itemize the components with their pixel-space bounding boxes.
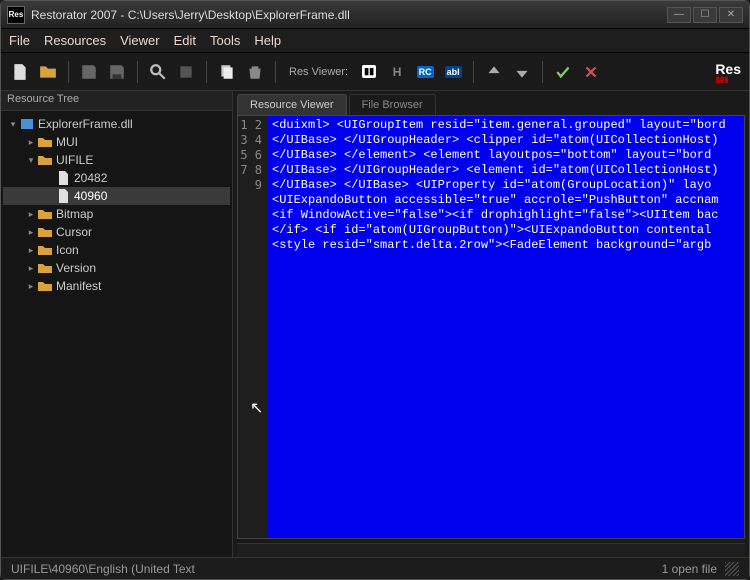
save-as-icon[interactable] bbox=[106, 61, 128, 83]
tree-item-label: Manifest bbox=[56, 279, 101, 293]
tree-folder[interactable]: ▸MUI bbox=[3, 133, 230, 151]
status-open-files: 1 open file bbox=[662, 562, 717, 576]
menu-viewer[interactable]: Viewer bbox=[120, 33, 160, 48]
search-icon[interactable] bbox=[147, 61, 169, 83]
tree-folder[interactable]: ▸Cursor bbox=[3, 223, 230, 241]
toolbar: Res Viewer: ▮▮ H RC abI Res▮▮▮ bbox=[1, 53, 749, 91]
tree-item-label: Version bbox=[56, 261, 96, 275]
tree-root[interactable]: ▾ ExplorerFrame.dll bbox=[3, 115, 230, 133]
folder-icon bbox=[37, 225, 53, 239]
folder-icon bbox=[37, 243, 53, 257]
tab-file-browser[interactable]: File Browser bbox=[349, 94, 436, 115]
accept-icon[interactable] bbox=[552, 61, 574, 83]
res-viewer-label: Res Viewer: bbox=[289, 66, 348, 78]
brand-logo-icon: Res▮▮▮ bbox=[715, 61, 741, 83]
toolbar-divider bbox=[275, 61, 276, 83]
tree-folder[interactable]: ▸Manifest bbox=[3, 277, 230, 295]
title-bar: Res Restorator 2007 - C:\Users\Jerry\Des… bbox=[1, 1, 749, 29]
close-button[interactable]: ✕ bbox=[719, 7, 743, 23]
tree-item-label: 40960 bbox=[74, 189, 107, 203]
folder-icon bbox=[37, 153, 53, 167]
viewer-rc-icon[interactable]: RC bbox=[414, 61, 436, 83]
folder-icon bbox=[37, 279, 53, 293]
tool-icon[interactable] bbox=[175, 61, 197, 83]
tree-item-label: Icon bbox=[56, 243, 79, 257]
file-icon bbox=[55, 171, 71, 185]
viewer-h-icon[interactable]: H bbox=[386, 61, 408, 83]
status-bar: UIFILE\40960\English (United Text 1 open… bbox=[1, 557, 749, 579]
tree-file[interactable]: 20482 bbox=[3, 169, 230, 187]
resource-tree-header: Resource Tree bbox=[1, 91, 232, 111]
right-pane: Resource Viewer File Browser 1 2 3 4 5 6… bbox=[233, 91, 749, 557]
tree-folder[interactable]: ▸Version bbox=[3, 259, 230, 277]
folder-icon bbox=[37, 135, 53, 149]
line-gutter: 1 2 3 4 5 6 7 8 9 bbox=[238, 116, 268, 538]
tree-folder[interactable]: ▸Bitmap bbox=[3, 205, 230, 223]
maximize-button[interactable]: ☐ bbox=[693, 7, 717, 23]
minimize-button[interactable]: — bbox=[667, 7, 691, 23]
resource-tree-panel: Resource Tree ▾ ExplorerFrame.dll ▸MUI▾U… bbox=[1, 91, 233, 557]
file-icon bbox=[55, 189, 71, 203]
dll-icon bbox=[19, 117, 35, 131]
tab-strip: Resource Viewer File Browser bbox=[233, 91, 749, 115]
menu-help[interactable]: Help bbox=[254, 33, 281, 48]
copy-icon[interactable] bbox=[216, 61, 238, 83]
tab-resource-viewer[interactable]: Resource Viewer bbox=[237, 94, 347, 115]
toolbar-divider bbox=[542, 61, 543, 83]
toolbar-divider bbox=[137, 61, 138, 83]
menu-tools[interactable]: Tools bbox=[210, 33, 240, 48]
tree-item-label: UIFILE bbox=[56, 153, 93, 167]
tree-item-label: Bitmap bbox=[56, 207, 93, 221]
menu-file[interactable]: File bbox=[9, 33, 30, 48]
resize-grip-icon[interactable] bbox=[725, 562, 739, 576]
tree-root-label: ExplorerFrame.dll bbox=[38, 117, 133, 131]
folder-icon bbox=[37, 207, 53, 221]
tree-file[interactable]: 40960 bbox=[3, 187, 230, 205]
open-folder-icon[interactable] bbox=[37, 61, 59, 83]
tree-item-label: MUI bbox=[56, 135, 78, 149]
tree-folder[interactable]: ▸Icon bbox=[3, 241, 230, 259]
tree-folder[interactable]: ▾UIFILE bbox=[3, 151, 230, 169]
menu-bar: File Resources Viewer Edit Tools Help bbox=[1, 29, 749, 53]
delete-icon[interactable] bbox=[244, 61, 266, 83]
menu-edit[interactable]: Edit bbox=[174, 33, 196, 48]
app-logo-icon: Res bbox=[7, 6, 25, 24]
menu-resources[interactable]: Resources bbox=[44, 33, 106, 48]
up-arrow-icon[interactable] bbox=[483, 61, 505, 83]
horizontal-scrollbar[interactable] bbox=[237, 543, 745, 557]
toolbar-divider bbox=[206, 61, 207, 83]
save-icon[interactable] bbox=[78, 61, 100, 83]
tree-item-label: Cursor bbox=[56, 225, 92, 239]
code-editor[interactable]: 1 2 3 4 5 6 7 8 9 <duixml> <UIGroupItem … bbox=[237, 115, 745, 539]
code-content[interactable]: <duixml> <UIGroupItem resid="item.genera… bbox=[268, 116, 744, 538]
window-title: Restorator 2007 - C:\Users\Jerry\Desktop… bbox=[31, 8, 665, 22]
new-file-icon[interactable] bbox=[9, 61, 31, 83]
toolbar-divider bbox=[68, 61, 69, 83]
down-arrow-icon[interactable] bbox=[511, 61, 533, 83]
viewer-abi-icon[interactable]: abI bbox=[442, 61, 464, 83]
folder-icon bbox=[37, 261, 53, 275]
toolbar-divider bbox=[473, 61, 474, 83]
resource-tree[interactable]: ▾ ExplorerFrame.dll ▸MUI▾UIFILE 20482 4096… bbox=[1, 111, 232, 557]
status-path: UIFILE\40960\English (United Text bbox=[11, 562, 195, 576]
viewer-mode-icon[interactable]: ▮▮ bbox=[358, 61, 380, 83]
reject-icon[interactable] bbox=[580, 61, 602, 83]
tree-item-label: 20482 bbox=[74, 171, 107, 185]
main-body: Resource Tree ▾ ExplorerFrame.dll ▸MUI▾U… bbox=[1, 91, 749, 557]
